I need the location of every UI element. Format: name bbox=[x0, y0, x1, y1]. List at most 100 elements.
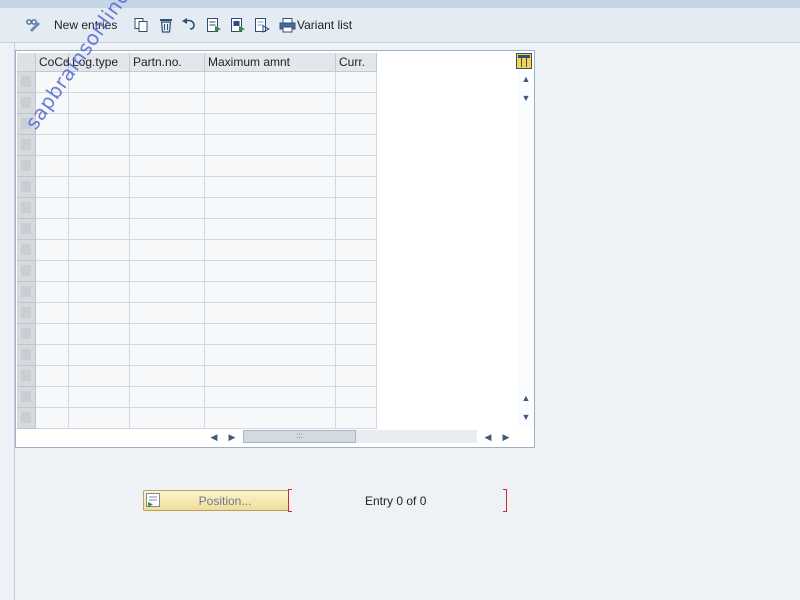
row-selector[interactable] bbox=[17, 177, 36, 198]
table-cell-partner-no[interactable] bbox=[130, 408, 205, 429]
table-cell-partner-no[interactable] bbox=[130, 282, 205, 303]
table-cell-maximum-amount[interactable] bbox=[205, 219, 336, 240]
scroll-right-end-icon[interactable]: ▶ bbox=[226, 431, 238, 443]
row-selector[interactable] bbox=[17, 282, 36, 303]
column-header-currency[interactable]: Curr. bbox=[336, 53, 377, 72]
column-header-partner-no[interactable]: Partn.no. bbox=[130, 53, 205, 72]
table-cell-currency[interactable] bbox=[336, 345, 377, 366]
row-selector[interactable] bbox=[17, 303, 36, 324]
table-cell-log-type[interactable] bbox=[69, 261, 130, 282]
table-cell-maximum-amount[interactable] bbox=[205, 240, 336, 261]
deselect-all-button[interactable] bbox=[254, 14, 270, 36]
table-cell-maximum-amount[interactable] bbox=[205, 303, 336, 324]
row-selector[interactable] bbox=[17, 72, 36, 93]
table-cell-partner-no[interactable] bbox=[130, 177, 205, 198]
table-cell-partner-no[interactable] bbox=[130, 198, 205, 219]
row-selector[interactable] bbox=[17, 387, 36, 408]
table-cell-currency[interactable] bbox=[336, 261, 377, 282]
table-cell-currency[interactable] bbox=[336, 240, 377, 261]
table-cell-currency[interactable] bbox=[336, 156, 377, 177]
row-selector[interactable] bbox=[17, 366, 36, 387]
table-cell-cocd[interactable] bbox=[36, 408, 69, 429]
select-all-rows-corner[interactable] bbox=[17, 53, 36, 72]
table-cell-maximum-amount[interactable] bbox=[205, 366, 336, 387]
copy-button[interactable] bbox=[133, 14, 149, 36]
table-cell-currency[interactable] bbox=[336, 282, 377, 303]
table-cell-currency[interactable] bbox=[336, 93, 377, 114]
select-block-button[interactable] bbox=[230, 14, 246, 36]
table-cell-log-type[interactable] bbox=[69, 345, 130, 366]
table-cell-cocd[interactable] bbox=[36, 177, 69, 198]
table-cell-currency[interactable] bbox=[336, 72, 377, 93]
delete-button[interactable] bbox=[158, 14, 174, 36]
display-change-button[interactable] bbox=[24, 14, 42, 36]
horizontal-scroll-track[interactable]: ::: bbox=[243, 430, 477, 443]
table-cell-cocd[interactable] bbox=[36, 240, 69, 261]
column-header-maximum-amount[interactable]: Maximum amnt bbox=[205, 53, 336, 72]
table-cell-maximum-amount[interactable] bbox=[205, 345, 336, 366]
table-cell-maximum-amount[interactable] bbox=[205, 198, 336, 219]
page-up-icon[interactable]: ▲ bbox=[521, 393, 531, 403]
variant-list-button[interactable]: Variant list bbox=[279, 14, 352, 36]
row-selector[interactable] bbox=[17, 219, 36, 240]
table-cell-log-type[interactable] bbox=[69, 282, 130, 303]
table-cell-currency[interactable] bbox=[336, 177, 377, 198]
undo-button[interactable] bbox=[181, 14, 197, 36]
page-down-icon[interactable]: ▼ bbox=[521, 93, 531, 103]
table-cell-maximum-amount[interactable] bbox=[205, 114, 336, 135]
table-cell-currency[interactable] bbox=[336, 135, 377, 156]
row-selector[interactable] bbox=[17, 261, 36, 282]
table-cell-partner-no[interactable] bbox=[130, 366, 205, 387]
table-cell-currency[interactable] bbox=[336, 114, 377, 135]
horizontal-scrollbar[interactable]: ◀ ▶ ::: ◀ ▶ bbox=[206, 429, 512, 445]
table-cell-log-type[interactable] bbox=[69, 219, 130, 240]
table-cell-maximum-amount[interactable] bbox=[205, 408, 336, 429]
scroll-left-icon[interactable]: ◀ bbox=[208, 431, 220, 443]
position-button[interactable]: Position... bbox=[143, 490, 289, 511]
select-all-button[interactable] bbox=[206, 14, 222, 36]
scroll-right-icon[interactable]: ▶ bbox=[500, 431, 512, 443]
table-cell-partner-no[interactable] bbox=[130, 156, 205, 177]
table-cell-cocd[interactable] bbox=[36, 198, 69, 219]
table-cell-partner-no[interactable] bbox=[130, 345, 205, 366]
table-cell-currency[interactable] bbox=[336, 324, 377, 345]
table-cell-currency[interactable] bbox=[336, 303, 377, 324]
table-cell-currency[interactable] bbox=[336, 408, 377, 429]
table-cell-partner-no[interactable] bbox=[130, 303, 205, 324]
row-selector[interactable] bbox=[17, 156, 36, 177]
table-cell-cocd[interactable] bbox=[36, 387, 69, 408]
table-cell-cocd[interactable] bbox=[36, 366, 69, 387]
row-selector[interactable] bbox=[17, 408, 36, 429]
table-cell-maximum-amount[interactable] bbox=[205, 261, 336, 282]
table-cell-partner-no[interactable] bbox=[130, 114, 205, 135]
table-cell-log-type[interactable] bbox=[69, 387, 130, 408]
table-cell-cocd[interactable] bbox=[36, 303, 69, 324]
table-cell-cocd[interactable] bbox=[36, 135, 69, 156]
table-cell-maximum-amount[interactable] bbox=[205, 93, 336, 114]
scroll-down-icon[interactable]: ▼ bbox=[521, 412, 531, 422]
table-cell-currency[interactable] bbox=[336, 219, 377, 240]
table-cell-log-type[interactable] bbox=[69, 240, 130, 261]
table-cell-maximum-amount[interactable] bbox=[205, 135, 336, 156]
table-cell-cocd[interactable] bbox=[36, 345, 69, 366]
table-cell-log-type[interactable] bbox=[69, 408, 130, 429]
table-cell-maximum-amount[interactable] bbox=[205, 282, 336, 303]
table-cell-cocd[interactable] bbox=[36, 324, 69, 345]
table-cell-partner-no[interactable] bbox=[130, 387, 205, 408]
table-cell-log-type[interactable] bbox=[69, 93, 130, 114]
table-cell-log-type[interactable] bbox=[69, 366, 130, 387]
table-cell-cocd[interactable] bbox=[36, 282, 69, 303]
table-settings-icon[interactable] bbox=[516, 53, 532, 69]
table-cell-log-type[interactable] bbox=[69, 135, 130, 156]
table-cell-log-type[interactable] bbox=[69, 156, 130, 177]
table-cell-cocd[interactable] bbox=[36, 261, 69, 282]
table-cell-maximum-amount[interactable] bbox=[205, 324, 336, 345]
table-cell-maximum-amount[interactable] bbox=[205, 177, 336, 198]
table-cell-log-type[interactable] bbox=[69, 177, 130, 198]
table-cell-maximum-amount[interactable] bbox=[205, 156, 336, 177]
table-cell-maximum-amount[interactable] bbox=[205, 387, 336, 408]
table-cell-maximum-amount[interactable] bbox=[205, 72, 336, 93]
table-cell-partner-no[interactable] bbox=[130, 219, 205, 240]
scroll-up-icon[interactable]: ▲ bbox=[521, 74, 531, 84]
row-selector[interactable] bbox=[17, 345, 36, 366]
